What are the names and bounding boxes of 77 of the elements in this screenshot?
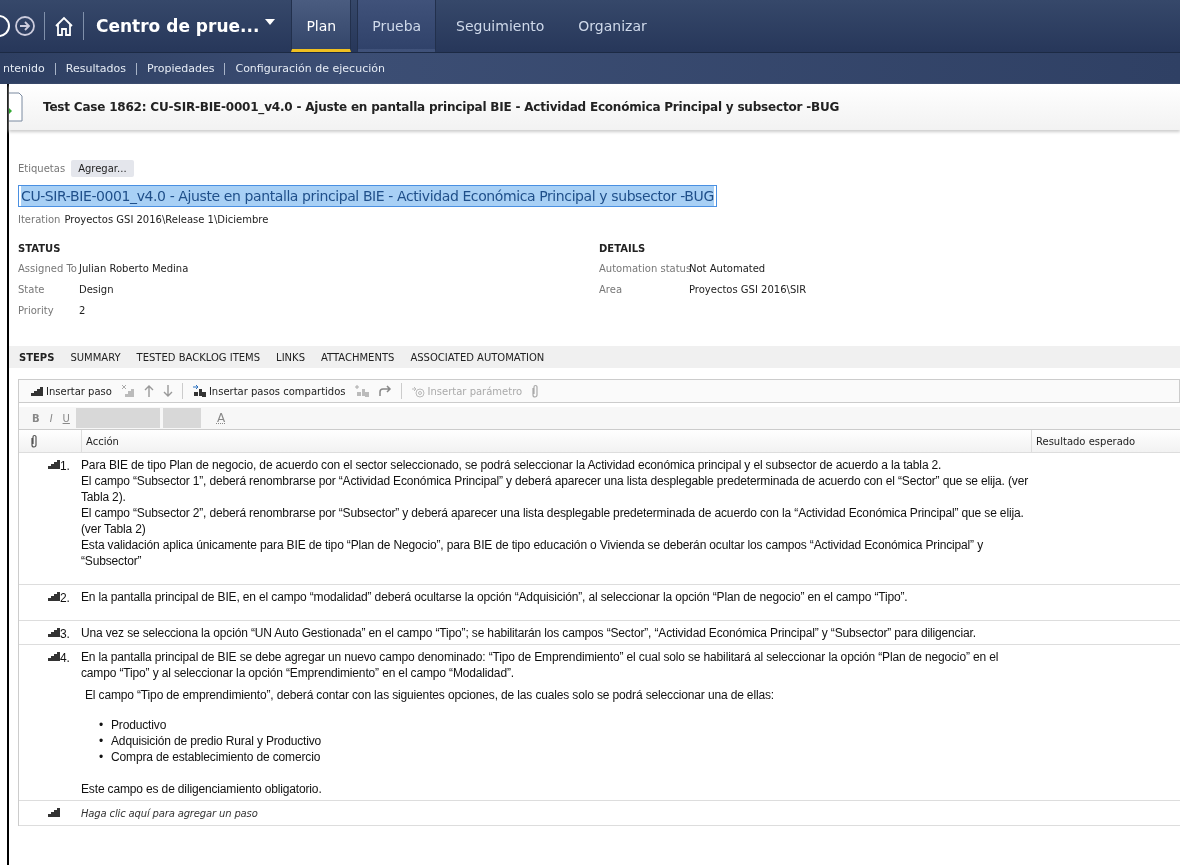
step-text: El campo “Subsector 2”, deberá renombrarse por “Subsector” y deberá aparecer una lista desplegable predeterminada de acuerdo con la “Actividad Económica Principal” que se elija. (ver Tabla 2): [81, 505, 1025, 537]
list-item: Productivo: [111, 717, 167, 733]
project-selector[interactable]: Centro de prue...: [96, 16, 260, 36]
shared-steps-icon: [191, 384, 206, 398]
step-text: Una vez se selecciona la opción “UN Auto Gestionada” en el campo “Tipo”; se habilitarán los campos “Sector”, “Actividad Económica Principal” y “Subsector” para diligenciar.: [81, 625, 977, 641]
step-icon: [48, 808, 60, 817]
section-tab[interactable]: ATTACHMENTS: [321, 351, 395, 363]
toolbar-button[interactable]: Insertar paso: [31, 385, 112, 397]
list-item: Adquisición de predio Rural y Productivo: [111, 733, 322, 749]
field-label: State: [18, 284, 46, 297]
column-header: Acción: [81, 430, 1031, 452]
add-tag-button[interactable]: Agregar...: [71, 160, 134, 177]
field-label: Area: [599, 284, 623, 297]
delete-step-icon[interactable]: [120, 384, 135, 398]
paperclip-icon[interactable]: [531, 384, 540, 398]
nav-tab[interactable]: Plan: [291, 0, 352, 52]
field-label: Priority: [18, 305, 55, 318]
field-label: Automation status: [599, 263, 689, 276]
step-text: Este campo es de diligenciamiento obligatorio.: [81, 781, 323, 797]
bullet: •: [99, 717, 105, 733]
step-number: 3.: [60, 628, 70, 640]
step-icon: [48, 652, 60, 661]
stairs-icon: [31, 386, 43, 396]
caret-icon[interactable]: [265, 19, 276, 25]
field-label: Assigned To: [18, 263, 78, 276]
section-tab[interactable]: LINKS: [276, 351, 305, 363]
step-icon: [48, 460, 60, 469]
step-number: 2.: [60, 592, 70, 604]
section-tab[interactable]: ASSOCIATED AUTOMATION: [410, 351, 545, 363]
section-tab[interactable]: TESTED BACKLOG ITEMS: [136, 351, 261, 363]
nav-tab[interactable]: Prueba: [357, 0, 437, 52]
section-tab[interactable]: SUMMARY: [70, 351, 121, 363]
step-number: 4.: [60, 652, 70, 664]
step-text: El campo “Subsector 1”, deberá renombrarse por “Actividad Económica Principal” y deberá aparecer una lista desplegable predeterminada de acuerdo con el “Sector” que se elija. (ver Tabla 2).: [81, 473, 1029, 505]
field-value[interactable]: Design: [79, 284, 114, 305]
step-icon: [48, 592, 60, 601]
step-text: En la pantalla principal de BIE, en el campo “modalidad” deberá ocultarse la opción “Adquisición”, al seleccionar la opción “Plan de negocio” en el campo “Tipo”.: [81, 589, 909, 605]
subnav-link[interactable]: ntenido: [0, 62, 55, 75]
field-value[interactable]: Proyectos GSI 2016\Release 1\Diciembre: [64, 214, 269, 225]
section-tab[interactable]: STEPS: [19, 351, 55, 363]
step-text: En la pantalla principal de BIE se debe agregar un nuevo campo denominado: “Tipo de Emprendimiento” el cual solo se habilitará al seleccionar la opción “Plan de negocio” en el campo “Tipo” y al seleccionar la opción “Emprendimiento” en el campo “Modalidad”.: [81, 649, 1000, 681]
bullet: •: [99, 733, 105, 749]
down-arrow-icon[interactable]: [162, 385, 173, 397]
section-heading: DETAILS: [599, 243, 647, 254]
toolbar-button[interactable]: Insertar pasos compartidos: [191, 384, 346, 398]
up-arrow-icon[interactable]: [143, 385, 154, 397]
field-value[interactable]: Julian Roberto Medina: [79, 263, 189, 284]
subnav-link[interactable]: Resultados: [54, 62, 136, 75]
document-icon: [9, 92, 23, 122]
tags-label: Etiquetas: [18, 163, 66, 174]
subnav-link[interactable]: Propiedades: [136, 62, 225, 75]
redo-icon[interactable]: [377, 385, 392, 397]
subnav-link[interactable]: Configuración de ejecución: [224, 62, 395, 75]
nav-tab[interactable]: Organizar: [564, 0, 661, 52]
format-button[interactable]: I: [49, 412, 53, 424]
home-icon[interactable]: [53, 15, 75, 37]
step-text: Para BIE de tipo Plan de negocio, de acuerdo con el sector seleccionado, se podrá seleccionar la Actividad económica principal y el subsector de acuerdo a la tabla 2.: [81, 457, 943, 473]
bullet: •: [99, 749, 105, 765]
field-value[interactable]: Proyectos GSI 2016\SIR: [689, 284, 807, 305]
parameter-icon: [410, 384, 425, 398]
section-heading: STATUS: [18, 243, 62, 254]
field-value[interactable]: Not Automated: [689, 263, 766, 284]
step-text: Esta validación aplica únicamente para BIE de tipo “Plan de Negocio”, para BIE de tipo educación o Vivienda se deberán ocultar los campos “Actividad Económica Principal” y “Subsector”: [81, 537, 984, 569]
column-header: Resultado esperado: [1031, 430, 1180, 452]
field-value[interactable]: 2: [79, 305, 86, 326]
work-item-title: Test Case 1862: CU-SIR-BIE-0001_v4.0 - Ajuste en pantalla principal BIE - Actividad Económica Principal y subsector -BUG: [43, 100, 840, 114]
paperclip-icon: [29, 434, 38, 448]
field-label: Iteration: [18, 214, 61, 225]
forward-icon[interactable]: [14, 15, 36, 37]
title-field[interactable]: CU-SIR-BIE-0001_v4.0 - Ajuste en pantalla principal BIE - Actividad Económica Principal y subsector -BUG: [18, 185, 717, 207]
nav-tab[interactable]: Seguimiento: [442, 0, 559, 52]
step-text: El campo “Tipo de emprendimiento”, deberá contar con las siguientes opciones, de las cuales solo se podrá seleccionar una de ellas:: [85, 687, 775, 703]
step-icon: [48, 628, 60, 637]
add-step-link[interactable]: Haga clic aquí para agregar un paso: [81, 808, 258, 819]
step-number: 1.: [60, 460, 70, 472]
shared-steps-icon[interactable]: [354, 384, 369, 398]
list-item: Compra de establecimiento de comercio: [111, 749, 321, 765]
